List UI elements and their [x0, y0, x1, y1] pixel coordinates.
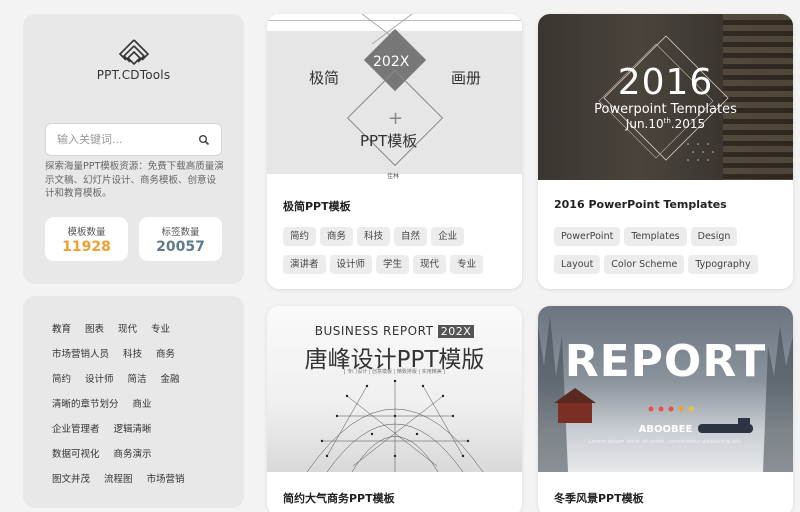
template-card[interactable]: 2016 Powerpoint Templates Jun.10th.2015 … [538, 14, 793, 289]
tag-row: 数据可视化 商务演示 [52, 446, 166, 460]
card-tag[interactable]: 简约 [283, 227, 317, 246]
logo-text: PPT.CDTools [96, 68, 171, 82]
card-tag[interactable]: 专业 [450, 255, 484, 274]
tag-link[interactable]: 图表 [85, 324, 104, 335]
card-tag[interactable]: 现代 [413, 255, 447, 274]
template-count-label: 模板数量 [67, 227, 106, 238]
search-input[interactable] [46, 124, 186, 155]
card-tag[interactable]: 学生 [376, 255, 410, 274]
logo-icon [118, 39, 149, 66]
thumb-date-sup: th [663, 117, 671, 125]
tag-row: 企业管理者 逻辑清晰 [52, 421, 166, 435]
site-logo[interactable]: PPT.CDTools [23, 38, 244, 82]
tag-count-value: 20057 [156, 239, 205, 255]
card-tag[interactable]: 科技 [357, 227, 391, 246]
thumb-date-day: Jun.10 [625, 117, 664, 131]
thumb-text: 画册 [451, 69, 482, 87]
tag-link[interactable]: 市场营销人员 [52, 349, 109, 360]
card-tag[interactable]: 企业 [431, 227, 465, 246]
thumb-network-globe [306, 379, 484, 472]
card-title[interactable]: 2016 PowerPoint Templates [554, 198, 727, 211]
tag-link[interactable]: 设计师 [85, 374, 114, 385]
card-tag[interactable]: 设计师 [329, 255, 373, 274]
thumb-brand: ABOOBEE [638, 424, 693, 435]
tag-link[interactable]: 市场营销 [147, 474, 185, 485]
card-tags: 简约 商务 科技 自然 企业 演讲者 设计师 学生 现代 专业 [283, 224, 513, 280]
tag-link[interactable]: 企业管理者 [52, 424, 100, 435]
card-tag[interactable]: Templates [624, 227, 687, 246]
thumb-text: 极简 [309, 69, 340, 87]
thumb-subtitle: Powerpoint Templates [594, 102, 737, 117]
tag-link[interactable]: 简约 [52, 374, 71, 385]
tag-count-label: 标签数量 [161, 227, 200, 238]
tag-link[interactable]: 逻辑清晰 [114, 424, 152, 435]
thumb-badge: 202X [373, 54, 410, 70]
tag-link[interactable]: 专业 [151, 324, 170, 335]
card-tag[interactable]: Layout [554, 255, 601, 274]
tag-link[interactable]: 商务 [156, 349, 175, 360]
card-title[interactable]: 极简PPT模板 [283, 198, 351, 214]
search-icon[interactable] [198, 134, 210, 146]
card-tag[interactable]: 演讲者 [283, 255, 326, 274]
tag-link[interactable]: 现代 [118, 324, 137, 335]
template-card[interactable]: REPORT ABOOBEE Lorem ipsum dolor sit ame… [538, 306, 793, 512]
search-box [45, 123, 222, 156]
tag-link[interactable]: 金融 [161, 374, 180, 385]
tag-link[interactable]: 图文并茂 [52, 474, 90, 485]
template-thumbnail[interactable]: REPORT ABOOBEE Lorem ipsum dolor sit ame… [538, 306, 793, 472]
tag-link[interactable]: 商务演示 [114, 449, 152, 460]
tag-link[interactable]: 流程图 [104, 474, 133, 485]
template-thumbnail[interactable]: 2016 Powerpoint Templates Jun.10th.2015 [538, 14, 793, 180]
card-tag[interactable]: Design [690, 227, 738, 246]
tag-cloud-panel: 教育 图表 现代 专业 市场营销人员 科技 商务 简约 设计师 简洁 金融 清晰的章节划分 商业 … [23, 296, 244, 508]
card-tag[interactable]: Color Scheme [604, 255, 685, 274]
card-tag[interactable]: 自然 [394, 227, 428, 246]
site-description: 探索海量PPT模板资源：免费下载高质量演示文稿、幻灯片设计、商务模板、创意设计和… [45, 161, 224, 199]
card-title[interactable]: 冬季风景PPT模板 [554, 490, 644, 506]
tag-link[interactable]: 简洁 [128, 374, 147, 385]
template-thumbnail[interactable]: 极简 202X 画册 + PPT模板 佳林 [267, 14, 522, 180]
template-count-stat: 模板数量 11928 [45, 217, 128, 261]
tag-link[interactable]: 数据可视化 [52, 449, 100, 460]
sidebar-info-panel: PPT.CDTools 探索海量PPT模板资源：免费下载高质量演示文稿、幻灯片设… [23, 14, 244, 284]
thumb-color-dots [648, 406, 694, 412]
card-tag[interactable]: Typography [688, 255, 758, 274]
tag-row: 简约 设计师 简洁 金融 [52, 371, 194, 385]
card-tag[interactable]: PowerPoint [554, 227, 621, 246]
tag-row: 市场营销人员 科技 商务 [52, 346, 189, 360]
card-title[interactable]: 简约大气商务PPT模板 [283, 490, 395, 506]
tag-link[interactable]: 教育 [52, 324, 71, 335]
thumb-year: 2016 [617, 62, 714, 103]
template-thumbnail[interactable]: BUSINESS REPORT 202X 唐峰设计PPT模版 [ 专门设计 | … [267, 306, 522, 472]
tag-link[interactable]: 科技 [123, 349, 142, 360]
thumb-report-title: REPORT [564, 336, 767, 387]
tag-link[interactable]: 清晰的章节划分 [52, 399, 119, 410]
thumb-plus: + [388, 108, 404, 129]
thumb-date-year: .2015 [670, 117, 706, 131]
thumb-footer: 佳林 [387, 173, 400, 180]
card-tags: PowerPoint Templates Design Layout Color Sc… [554, 224, 784, 280]
template-count-value: 11928 [62, 239, 111, 255]
tag-row: 图文并茂 流程图 市场营销 [52, 471, 199, 485]
tag-row: 清晰的章节划分 商业 [52, 396, 166, 410]
thumb-lorem: Lorem ipsum dolor sit amet, consectetur … [588, 439, 743, 445]
template-card[interactable]: 极简 202X 画册 + PPT模板 佳林 极简PPT模板 简约 商务 科技 自然 企业… [267, 14, 522, 289]
tag-link[interactable]: 商业 [133, 399, 152, 410]
tag-count-stat: 标签数量 20057 [139, 217, 222, 261]
template-card[interactable]: BUSINESS REPORT 202X 唐峰设计PPT模版 [ 专门设计 | … [267, 306, 522, 512]
thumb-main-text: PPT模板 [360, 132, 418, 150]
thumb-winter-scene [538, 316, 793, 472]
thumb-date: Jun.10th.2015 [538, 117, 793, 131]
card-tag[interactable]: 商务 [320, 227, 354, 246]
tag-row: 教育 图表 现代 专业 [52, 321, 184, 335]
